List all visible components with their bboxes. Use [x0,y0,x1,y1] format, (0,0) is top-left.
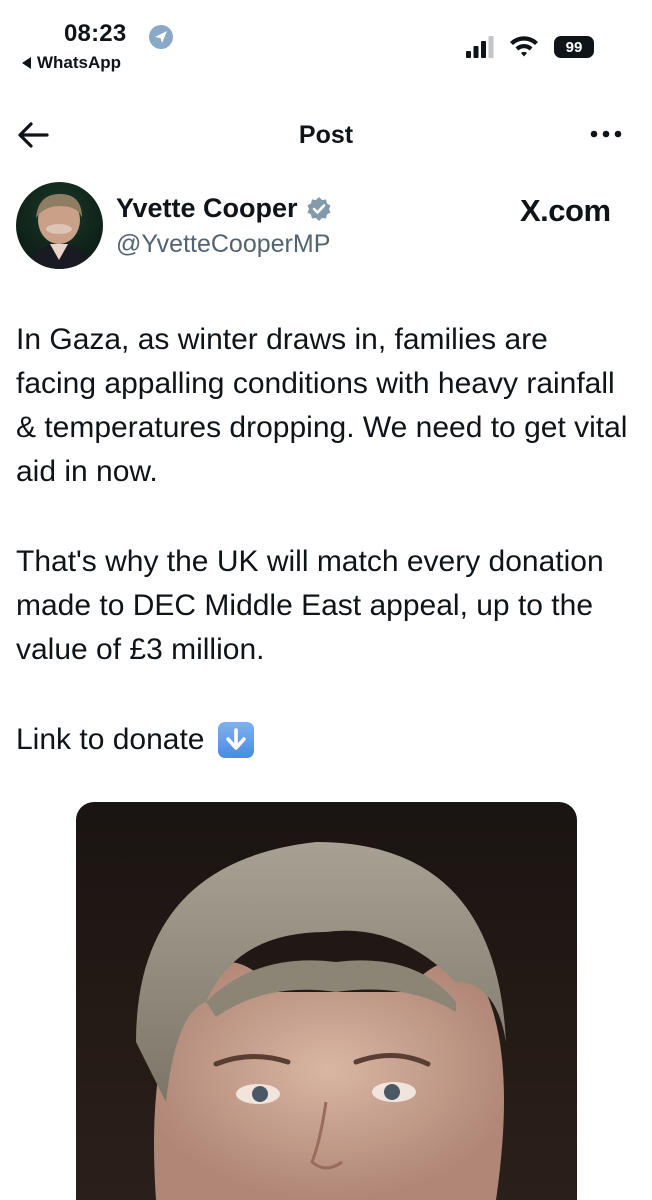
wifi-icon [510,36,538,57]
down-arrow-emoji [218,722,255,758]
location-arrow-icon [149,25,173,49]
back-app-label: WhatsApp [37,53,122,72]
page-title: Post [298,121,354,149]
down-arrow-icon [226,728,247,750]
author-handle[interactable]: @YvetteCooperMP [116,230,330,259]
post-paragraph: In Gaza, as winter draws in, families ar… [16,323,628,488]
verified-badge-icon [307,196,331,221]
back-triangle-icon [22,57,31,69]
post-paragraph: That's why the UK will match every donat… [16,545,604,666]
post-media-image[interactable] [76,802,577,1200]
portrait-photo [136,842,506,1200]
donate-link-text: Link to donate [16,723,205,756]
author-name: Yvette Cooper [116,193,298,223]
donate-line: Link to donate [16,718,636,762]
source-label: X.com [520,193,611,228]
avatar[interactable] [16,182,103,269]
battery-indicator: 99 [554,36,594,58]
more-icon[interactable] [586,124,626,144]
avatar-portrait [28,194,90,269]
status-time: 08:23 [64,20,127,47]
author-name-row[interactable]: Yvette Cooper [116,193,332,224]
back-to-app-button[interactable]: WhatsApp [22,53,121,73]
cellular-signal-icon [466,36,494,58]
